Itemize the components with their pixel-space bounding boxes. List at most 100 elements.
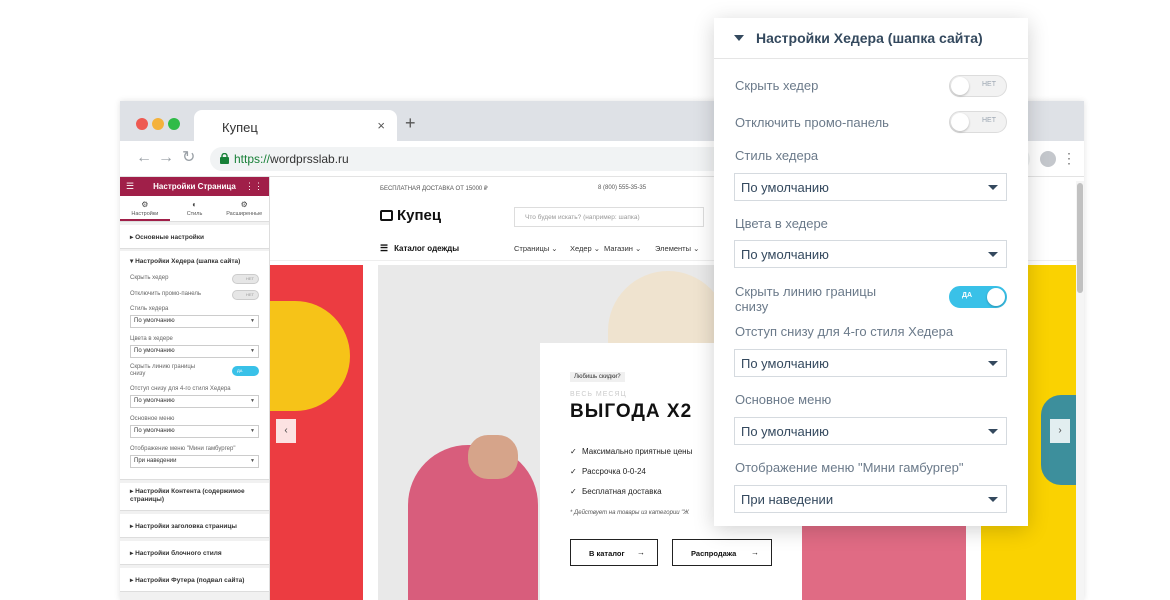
chevron-down-icon: ▼: [250, 458, 255, 464]
chevron-down-icon: [988, 252, 998, 257]
contrast-icon: ◐: [192, 200, 197, 209]
reload-icon[interactable]: ↻: [182, 150, 195, 166]
section-footer-settings[interactable]: ▸ Настройки Футера (подвал сайта): [120, 568, 269, 592]
header-colors-select[interactable]: По умолчанию: [734, 240, 1007, 268]
nav-item-header[interactable]: Хедер ⌄: [570, 244, 600, 253]
logo-text: Купец: [397, 207, 442, 224]
button-label: В каталог: [589, 549, 625, 558]
hide-header-toggle[interactable]: НЕТ: [232, 274, 259, 284]
disable-promo-row: Отключить промо-панель НЕТ: [130, 287, 259, 303]
slider-prev-icon[interactable]: ‹: [276, 419, 296, 443]
feature-text: Бесплатная доставка: [582, 487, 662, 496]
section-label: ▸ Настройки Контента (содержимое страниц…: [130, 488, 245, 503]
toggle-knob: [951, 113, 969, 131]
section-title-settings[interactable]: ▸ Настройки заголовка страницы: [120, 514, 269, 538]
hamburger-menu-label: Отображение меню "Мини гамбургер": [735, 460, 964, 475]
chevron-down-icon: ▼: [250, 398, 255, 404]
site-logo[interactable]: Купец: [380, 207, 441, 224]
sale-cta-button[interactable]: Распродажа →: [672, 539, 772, 566]
disable-promo-label: Отключить промо-панель: [130, 291, 202, 297]
main-menu-select[interactable]: По умолчанию: [734, 417, 1007, 445]
browser-menu-icon[interactable]: ⋮: [1062, 150, 1076, 167]
nav-item-elements[interactable]: Элементы ⌄: [655, 244, 699, 253]
tab-label: Стиль: [186, 211, 203, 217]
minimize-window-button[interactable]: [152, 118, 164, 130]
scrollbar-thumb[interactable]: [1077, 183, 1083, 293]
tab-advanced[interactable]: ⚙ Расширенные: [219, 196, 269, 221]
nav-item-shop[interactable]: Магазин ⌄: [604, 244, 641, 253]
maximize-window-button[interactable]: [168, 118, 180, 130]
tab-settings[interactable]: ⚙ Настройки: [120, 196, 170, 221]
browser-tab[interactable]: Купец ×: [194, 110, 397, 141]
bottom-padding-label: Отступ снизу для 4-го стиля Хедера: [735, 324, 954, 339]
section-label[interactable]: ▾ Настройки Хедера (шапка сайта): [130, 255, 259, 271]
select-value: По умолчанию: [741, 180, 829, 195]
sidebar-tabs: ⚙ Настройки ◐ Стиль ⚙ Расширенные: [120, 196, 269, 222]
sidebar-header: ☰ Настройки Страница ⋮⋮: [120, 177, 269, 196]
header-style-select[interactable]: По умолчанию ▼: [130, 315, 259, 328]
disable-promo-toggle[interactable]: НЕТ: [232, 290, 259, 300]
bottom-padding-select[interactable]: По умолчанию: [734, 349, 1007, 377]
phone-text[interactable]: 8 (800) 555-35-35: [598, 185, 646, 191]
chevron-down-icon: ▼: [250, 428, 255, 434]
main-menu-select[interactable]: По умолчанию ▼: [130, 425, 259, 438]
back-icon[interactable]: ←: [136, 150, 152, 166]
hamburger-menu-select[interactable]: При наведении: [734, 485, 1007, 513]
section-label: ▸ Основные настройки: [130, 234, 205, 241]
panel-header[interactable]: Настройки Хедера (шапка сайта): [714, 18, 1028, 59]
section-block-settings[interactable]: ▸ Настройки блочного стиля: [120, 541, 269, 565]
header-style-label: Стиль хедера: [735, 148, 819, 163]
lock-icon: [220, 153, 229, 164]
hero-photo-hand: [468, 435, 518, 479]
wallet-icon: [380, 210, 393, 221]
hide-header-label: Скрыть хедер: [735, 78, 819, 93]
hide-border-toggle[interactable]: ДА: [949, 286, 1007, 308]
profile-avatar[interactable]: [1040, 151, 1056, 167]
disable-promo-toggle[interactable]: НЕТ: [949, 111, 1007, 133]
grid-icon[interactable]: ⋮⋮: [245, 181, 263, 192]
section-header-settings: ▾ Настройки Хедера (шапка сайта) Скрыть …: [120, 251, 269, 480]
arrow-right-icon: →: [751, 548, 759, 557]
page-scrollbar[interactable]: [1076, 181, 1084, 600]
feature-text: Максимально приятные цены: [582, 447, 693, 456]
section-label: ▸ Настройки блочного стиля: [130, 550, 222, 557]
promo-eyebrow: ВЕСЬ МЕСЯЦ: [570, 391, 627, 398]
tab-title: Купец: [222, 120, 258, 135]
promo-note: * Действует на товары из категории "Ж: [570, 510, 689, 516]
tab-label: Настройки: [131, 211, 159, 217]
catalog-button[interactable]: ☰ Каталог одежды: [380, 243, 459, 254]
tab-label: Расширенные: [226, 211, 263, 217]
header-colors-label: Цвета в хедере: [130, 336, 173, 342]
hide-border-toggle[interactable]: ДА: [232, 366, 259, 376]
catalog-cta-button[interactable]: В каталог →: [570, 539, 658, 566]
hide-border-label: Скрыть линию границы снизу: [735, 284, 877, 314]
hamburger-menu-select[interactable]: При наведении ▼: [130, 455, 259, 468]
main-menu-label: Основное меню: [130, 416, 175, 422]
catalog-label: Каталог одежды: [394, 244, 460, 253]
header-settings-panel: Настройки Хедера (шапка сайта) Скрыть хе…: [714, 18, 1028, 526]
select-value: По умолчанию: [134, 428, 175, 434]
bottom-padding-select[interactable]: По умолчанию ▼: [130, 395, 259, 408]
chevron-down-icon: ▼: [250, 318, 255, 324]
tab-style[interactable]: ◐ Стиль: [170, 196, 220, 221]
header-colors-select[interactable]: По умолчанию ▼: [130, 345, 259, 358]
slider-next-icon[interactable]: ›: [1050, 419, 1070, 443]
new-tab-button[interactable]: +: [405, 114, 416, 132]
hide-header-toggle[interactable]: НЕТ: [949, 75, 1007, 97]
close-window-button[interactable]: [136, 118, 148, 130]
promo-feature: ✓ Максимально приятные цены: [570, 447, 692, 456]
nav-item-pages[interactable]: Страницы ⌄: [514, 244, 558, 253]
section-basic-settings[interactable]: ▸ Основные настройки: [120, 225, 269, 249]
search-input[interactable]: Что будем искать? (например: шапка): [514, 207, 704, 227]
gear-icon: ⚙: [141, 200, 149, 209]
promo-feature: ✓ Рассрочка 0-0-24: [570, 467, 646, 476]
forward-icon[interactable]: →: [158, 150, 174, 166]
tab-close-icon[interactable]: ×: [377, 118, 385, 133]
check-icon: ✓: [570, 467, 577, 476]
promo-headline: ВЫГОДА Х2: [570, 401, 693, 422]
header-colors-label: Цвета в хедере: [735, 216, 828, 231]
promo-badge: Любишь скидки?: [570, 372, 625, 382]
section-content-settings[interactable]: ▸ Настройки Контента (содержимое страниц…: [120, 483, 269, 511]
header-style-select[interactable]: По умолчанию: [734, 173, 1007, 201]
stage: Купец × + ← → ↻ https://wordprsslab.ru ⋮…: [0, 0, 1170, 600]
